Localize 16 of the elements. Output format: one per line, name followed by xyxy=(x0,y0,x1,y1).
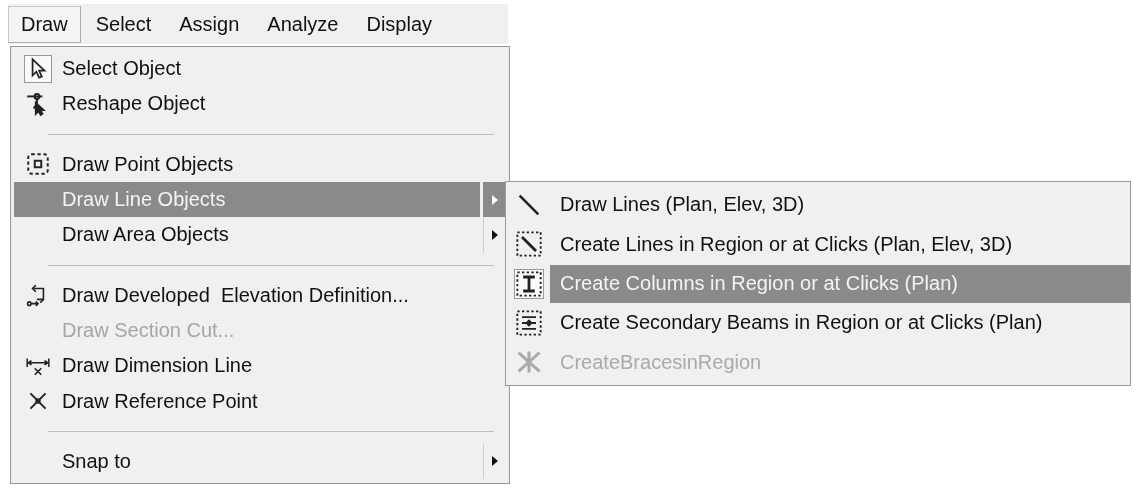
menu-item[interactable]: Draw Developed Elevation Definition... xyxy=(14,277,506,313)
menu-bar-item[interactable]: Assign xyxy=(166,5,253,43)
menu-item[interactable]: Reshape Object xyxy=(14,86,506,122)
menu-bar-item[interactable]: Display xyxy=(353,5,446,43)
menu-item[interactable]: Select Object xyxy=(14,51,506,87)
menu-item[interactable]: Snap to xyxy=(14,443,480,479)
menu-item[interactable]: Draw Dimension Line xyxy=(14,348,506,384)
menu-item[interactable]: Draw Area Objects xyxy=(14,217,480,253)
menu-bar-item[interactable]: Analyze xyxy=(254,5,352,43)
submenu-item[interactable]: Create Lines in Region or at Clicks (Plan, Elev, 3D) xyxy=(550,225,1130,264)
submenu-item[interactable]: Draw Lines (Plan, Elev, 3D) xyxy=(550,185,1130,224)
submenu-item[interactable]: Create Secondary Beams in Region or at Clicks (Plan) xyxy=(550,303,1130,342)
menu-item[interactable]: Draw Reference Point xyxy=(14,383,506,419)
menu-bar-item[interactable]: Select xyxy=(82,5,165,43)
menu-bar-item[interactable]: Draw xyxy=(8,5,81,43)
menu-item[interactable]: Draw Point Objects xyxy=(14,146,506,182)
